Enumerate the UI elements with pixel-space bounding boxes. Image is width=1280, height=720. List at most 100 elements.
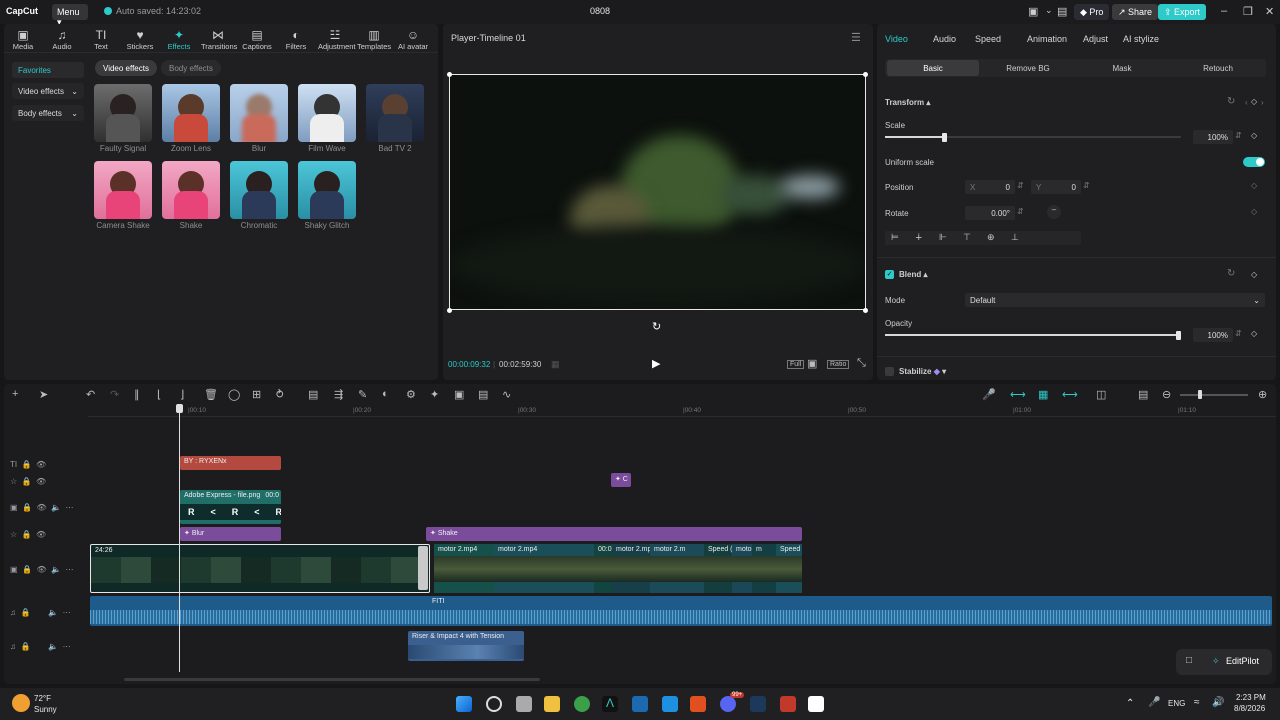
file-explorer-icon[interactable] bbox=[544, 696, 560, 712]
close-icon[interactable]: ✕ bbox=[1265, 5, 1274, 18]
toolbar-templates[interactable]: ▥ Templates bbox=[357, 28, 391, 51]
video-segment[interactable]: motor 2.m bbox=[650, 544, 704, 593]
split-right-icon[interactable]: ⌋ bbox=[180, 388, 184, 401]
steam-icon[interactable] bbox=[632, 696, 648, 712]
more-icon[interactable]: ⋯ bbox=[65, 565, 73, 574]
editpilot-button[interactable]: □ ✧ EditPilot bbox=[1176, 649, 1272, 675]
align-center-icon[interactable]: ∔ bbox=[915, 232, 923, 243]
toolbar-adjustment[interactable]: ☳ Adjustment bbox=[318, 28, 356, 51]
toolbar-filters[interactable]: ◐ Filters bbox=[279, 28, 313, 51]
stepper-icon[interactable]: ⇵ bbox=[1235, 329, 1242, 338]
eye-icon[interactable]: 👁 bbox=[36, 460, 46, 469]
effect-thumb-zoom-lens[interactable] bbox=[162, 84, 220, 142]
segment-mask[interactable]: Mask bbox=[1075, 60, 1169, 76]
chevron-up-icon[interactable]: ⌃ bbox=[1126, 698, 1134, 709]
ratio-button[interactable]: Ratio bbox=[827, 360, 850, 369]
video-segment[interactable]: motor 2.mp4 bbox=[612, 544, 650, 593]
speaker-icon[interactable]: 🔈 bbox=[48, 642, 58, 651]
export-button[interactable]: ⇪ Export bbox=[1158, 4, 1207, 20]
preview-axis-icon[interactable]: ◫ bbox=[1096, 388, 1106, 401]
lock-icon[interactable]: 🔒 bbox=[20, 642, 30, 651]
lock-icon[interactable]: 🔒 bbox=[22, 477, 32, 486]
app-icon[interactable] bbox=[780, 696, 796, 712]
undo-icon[interactable]: ↶ bbox=[86, 388, 95, 401]
full-quality-button[interactable]: Full bbox=[787, 360, 805, 369]
chevron-down-icon[interactable]: ⌄ bbox=[1045, 5, 1053, 16]
effect-thumb-bad-tv-2[interactable] bbox=[366, 84, 424, 142]
inspector-tab-animation[interactable]: Animation bbox=[1027, 34, 1067, 44]
align-left-icon[interactable]: ⊨ bbox=[891, 232, 899, 243]
fullscreen-icon[interactable]: ⤡ bbox=[857, 357, 866, 370]
capcut-icon[interactable] bbox=[808, 696, 824, 712]
store-icon[interactable] bbox=[662, 696, 678, 712]
toolbar-captions[interactable]: ▤ Captions bbox=[240, 28, 274, 51]
toolbar-audio[interactable]: ♫ Audio bbox=[45, 28, 79, 51]
stabilize-heading[interactable]: Stabilize ◆ ▾ bbox=[899, 367, 946, 376]
lock-icon[interactable]: 🔒 bbox=[20, 608, 30, 617]
shortcuts-icon[interactable]: ▤ bbox=[1057, 5, 1067, 18]
video-segment[interactable]: 00:0 bbox=[594, 544, 612, 593]
mode-select[interactable]: Default ⌄ bbox=[965, 293, 1265, 307]
magic-icon[interactable]: ✦ bbox=[430, 388, 439, 401]
split-left-icon[interactable]: ⌊ bbox=[157, 388, 161, 401]
pro-button[interactable]: ◆ Pro bbox=[1074, 4, 1110, 20]
maximize-icon[interactable]: ❐ bbox=[1243, 5, 1253, 18]
reverse-icon[interactable]: ⇶ bbox=[334, 388, 343, 401]
toolbar-stickers[interactable]: ♥ Stickers bbox=[123, 28, 157, 51]
video-segment[interactable]: motor 2.mp4 bbox=[494, 544, 594, 593]
keyframe-icon[interactable]: ◇ bbox=[1251, 207, 1257, 216]
stepper-icon[interactable]: ⇵ bbox=[1017, 207, 1024, 216]
playhead[interactable] bbox=[179, 408, 180, 672]
align-bottom-icon[interactable]: ⊥ bbox=[1011, 232, 1019, 243]
stepper-icon[interactable]: ⇵ bbox=[1083, 181, 1090, 190]
lock-icon[interactable]: 🔒 bbox=[22, 460, 32, 469]
minimize-icon[interactable]: – bbox=[1221, 5, 1227, 17]
zoom-slider-track[interactable] bbox=[1180, 394, 1248, 396]
main-video-clip-selected[interactable]: 24:26 bbox=[90, 544, 430, 593]
keyframe-icon[interactable]: ◇ bbox=[1251, 181, 1257, 190]
zoom-in-icon[interactable]: ⊕ bbox=[1258, 388, 1267, 401]
inspector-tab-adjust[interactable]: Adjust bbox=[1083, 34, 1108, 44]
segment-retouch[interactable]: Retouch bbox=[1171, 60, 1265, 76]
eye-icon[interactable]: 👁 bbox=[36, 503, 46, 512]
trim-handle[interactable] bbox=[418, 546, 428, 590]
stepper-icon[interactable]: ⇵ bbox=[1017, 181, 1024, 190]
transform-heading[interactable]: Transform ▴ bbox=[885, 98, 930, 107]
eye-icon[interactable]: 👁 bbox=[36, 565, 46, 574]
camera-icon[interactable]: ▣ bbox=[454, 388, 464, 401]
focus-icon[interactable]: ▣ bbox=[807, 357, 817, 370]
zoom-out-icon[interactable]: ⊖ bbox=[1162, 388, 1171, 401]
audio-wave-icon[interactable]: ∿ bbox=[502, 388, 511, 401]
layout-icon[interactable]: ▣ bbox=[1028, 5, 1038, 18]
video-segment[interactable]: motor 2.mp4 bbox=[434, 544, 494, 593]
stabilize-checkbox[interactable] bbox=[885, 367, 894, 376]
rotate-dial-icon[interactable]: – bbox=[1047, 205, 1061, 219]
text-clip[interactable]: BY : RYXENx bbox=[180, 456, 281, 470]
select-tool-icon[interactable]: ➤ bbox=[39, 388, 48, 401]
microphone-icon[interactable]: 🎤 bbox=[1148, 697, 1160, 708]
subtab-body-effects[interactable]: Body effects bbox=[161, 60, 221, 76]
subtab-video-effects[interactable]: Video effects bbox=[95, 60, 157, 76]
speaker-icon[interactable]: 🔈 bbox=[51, 503, 61, 512]
feedback-icon[interactable]: □ bbox=[1186, 655, 1192, 666]
reset-icon[interactable]: ↻ bbox=[1227, 96, 1235, 107]
sticker-clip[interactable]: Adobe Express - file.png 00:0 R<R<R< bbox=[180, 490, 281, 524]
resize-handle[interactable] bbox=[863, 308, 868, 313]
inspector-tab-video[interactable]: Video bbox=[885, 34, 908, 44]
effect-clip-small[interactable]: ✦ C bbox=[611, 473, 631, 487]
linkage-icon[interactable]: ⟷ bbox=[1062, 388, 1078, 401]
lock-icon[interactable]: 🔒 bbox=[22, 530, 32, 539]
scale-slider-knob[interactable] bbox=[942, 133, 947, 142]
auto-reframe-icon[interactable]: ⥁ bbox=[276, 388, 284, 401]
speaker-icon[interactable]: 🔈 bbox=[48, 608, 58, 617]
rotate-icon[interactable]: ◐ bbox=[382, 388, 389, 400]
volume-icon[interactable]: 🔊 bbox=[1212, 697, 1224, 708]
category-video-effects[interactable]: Video effects ⌄ bbox=[12, 83, 84, 99]
clock-date[interactable]: 8/8/2026 bbox=[1234, 704, 1265, 713]
hamburger-menu-icon[interactable]: ☰ bbox=[851, 31, 861, 44]
position-x-field[interactable]: X0 bbox=[965, 180, 1015, 194]
horizontal-scrollbar[interactable] bbox=[124, 678, 540, 681]
stepper-icon[interactable]: ⇵ bbox=[1235, 131, 1242, 140]
more-icon[interactable]: ⋯ bbox=[63, 642, 71, 651]
microphone-icon[interactable]: 🎤 bbox=[982, 388, 996, 401]
